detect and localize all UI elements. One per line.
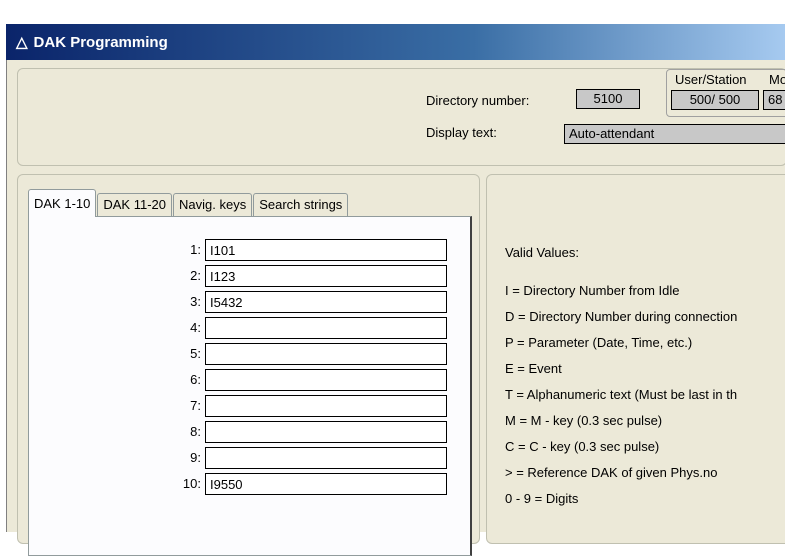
dak-input-2[interactable] (205, 265, 447, 287)
title-bar: △ DAK Programming (6, 24, 785, 60)
dak-row: 8: (29, 421, 469, 447)
valid-values-panel: Valid Values: I = Directory Number from … (486, 174, 785, 544)
dak-number: 7: (190, 398, 201, 413)
dak-number: 8: (190, 424, 201, 439)
mo-label: Mo (769, 72, 785, 87)
display-text-label: Display text: (426, 125, 497, 140)
dak-input-10[interactable] (205, 473, 447, 495)
dak-input-9[interactable] (205, 447, 447, 469)
user-station-field[interactable]: 500/ 500 (671, 90, 759, 110)
valid-value-item: T = Alphanumeric text (Must be last in t… (505, 387, 738, 402)
dak-row: 1: (29, 239, 469, 265)
dak-number: 10: (182, 476, 201, 491)
dak-number: 1: (190, 242, 201, 257)
tab-navig-keys[interactable]: Navig. keys (173, 193, 253, 217)
valid-value-item: I = Directory Number from Idle (505, 283, 680, 298)
dak-number: 3: (190, 294, 201, 309)
app-triangle-icon: △ (16, 34, 28, 51)
dak-input-7[interactable] (205, 395, 447, 417)
mo-field[interactable]: 68 (763, 90, 785, 110)
dak-input-1[interactable] (205, 239, 447, 261)
directory-number-label: Directory number: (426, 93, 530, 108)
user-station-label: User/Station (675, 72, 747, 87)
valid-value-item: M = M - key (0.3 sec pulse) (505, 413, 663, 428)
dak-row: 2: (29, 265, 469, 291)
dak-row: 7: (29, 395, 469, 421)
display-text-field[interactable]: Auto-attendant (564, 124, 785, 144)
dak-input-6[interactable] (205, 369, 447, 391)
valid-values-heading: Valid Values: (505, 245, 579, 260)
dak-input-4[interactable] (205, 317, 447, 339)
tab-dak-11-20[interactable]: DAK 11-20 (97, 193, 173, 217)
dak-programming-window: Directory number: 5100 Display text: Aut… (6, 60, 785, 556)
directory-number-field[interactable]: 5100 (576, 89, 640, 109)
valid-value-item: 0 - 9 = Digits (505, 491, 579, 506)
dak-row: 10: (29, 473, 469, 499)
valid-value-item: E = Event (505, 361, 562, 376)
dak-number: 6: (190, 372, 201, 387)
tab-strip: DAK 1-10 DAK 11-20 Navig. keys Search st… (28, 189, 349, 217)
dak-input-5[interactable] (205, 343, 447, 365)
tab-search-strings[interactable]: Search strings (253, 193, 349, 217)
dak-row: 3: (29, 291, 469, 317)
valid-value-item: D = Directory Number during connection (505, 309, 738, 324)
tab-page-dak-1-10: 1: 2: 3: 4: 5: 6: (28, 216, 472, 556)
dak-input-3[interactable] (205, 291, 447, 313)
header-panel: Directory number: 5100 Display text: Aut… (17, 68, 785, 166)
window-title: DAK Programming (33, 33, 168, 51)
dak-row: 6: (29, 369, 469, 395)
dak-input-8[interactable] (205, 421, 447, 443)
dak-number: 5: (190, 346, 201, 361)
valid-value-item: P = Parameter (Date, Time, etc.) (505, 335, 693, 350)
tab-dak-1-10[interactable]: DAK 1-10 (28, 189, 97, 217)
dak-number: 4: (190, 320, 201, 335)
dak-number: 9: (190, 450, 201, 465)
dak-number: 2: (190, 268, 201, 283)
dak-panel: DAK 1-10 DAK 11-20 Navig. keys Search st… (17, 174, 480, 556)
valid-value-item: C = C - key (0.3 sec pulse) (505, 439, 660, 454)
dak-row: 9: (29, 447, 469, 473)
valid-value-item: > = Reference DAK of given Phys.no (505, 465, 718, 480)
dak-row: 5: (29, 343, 469, 369)
user-station-group: User/Station Mo 500/ 500 68 (666, 69, 785, 117)
dak-row: 4: (29, 317, 469, 343)
